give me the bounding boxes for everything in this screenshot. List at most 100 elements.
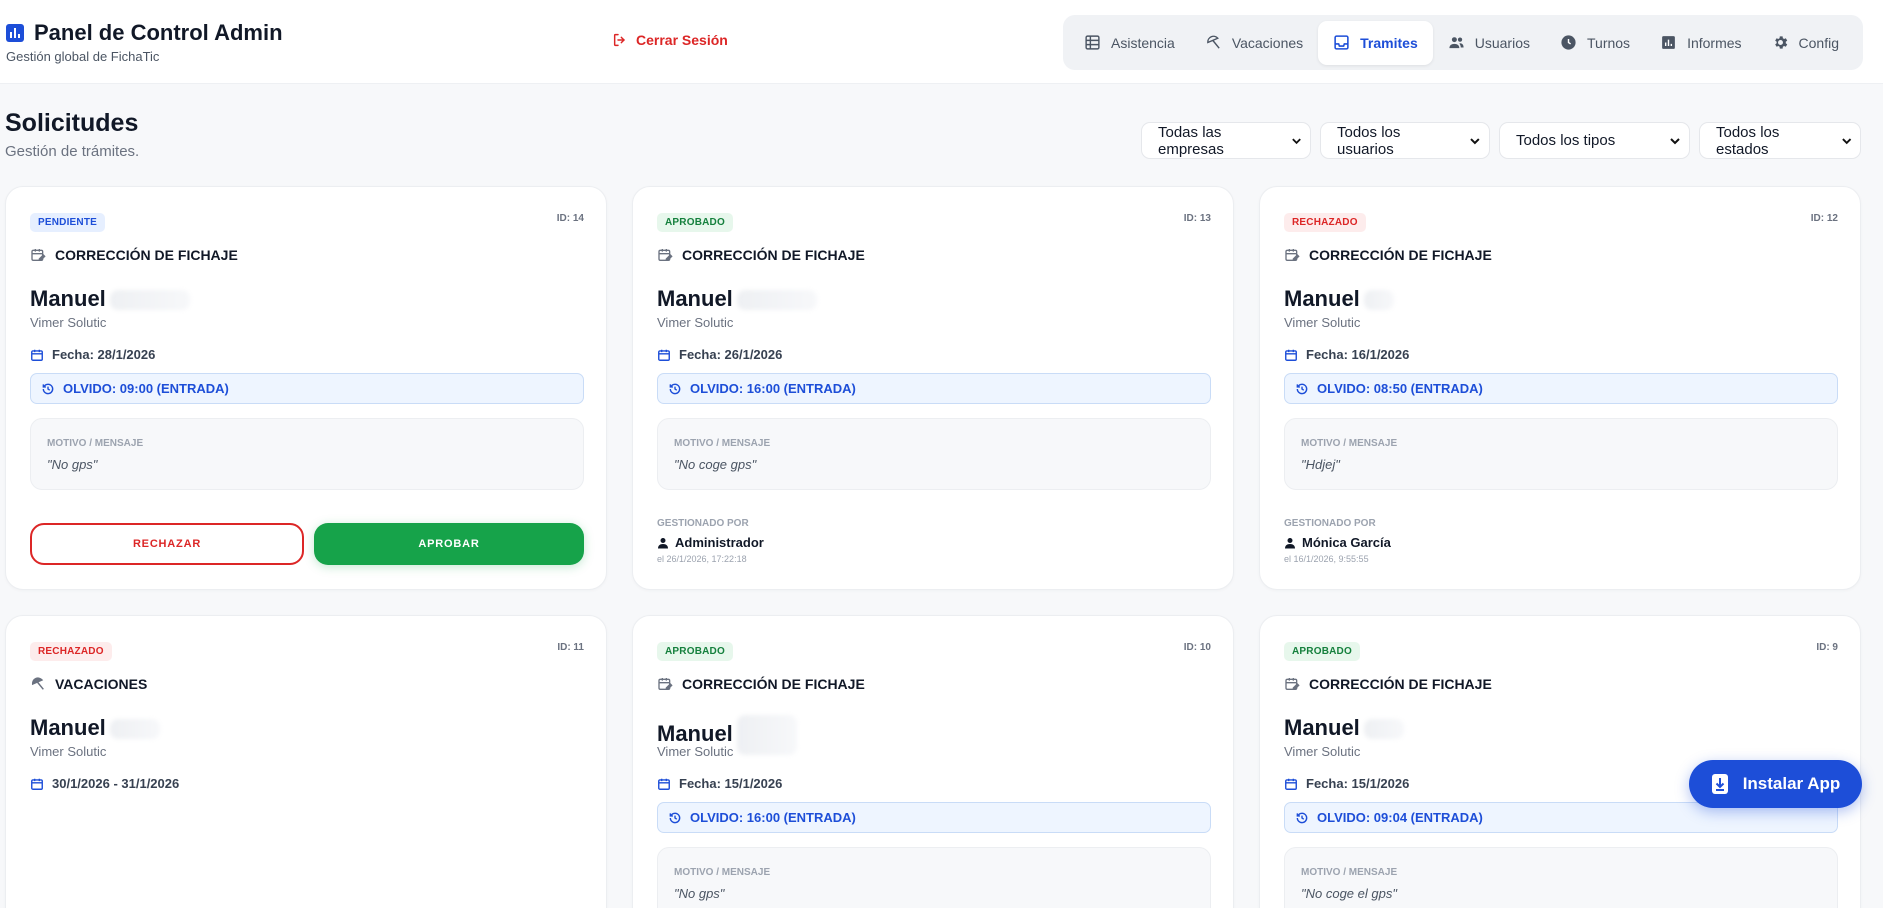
request-id: ID: 9 <box>1816 642 1838 653</box>
tab-asistencia[interactable]: Asistencia <box>1069 21 1190 65</box>
calendar-edit-icon <box>658 249 673 261</box>
request-date: 30/1/2026 - 31/1/2026 <box>52 776 180 791</box>
history-icon <box>42 383 54 394</box>
request-card: RECHAZADO ID: 12 CORRECCIÓN DE FICHAJE M… <box>1259 186 1861 590</box>
tab-usuarios[interactable]: Usuarios <box>1433 21 1545 65</box>
tab-tramites[interactable]: Tramites <box>1318 20 1433 65</box>
brand: Panel de Control Admin Gestión global de… <box>6 20 283 64</box>
request-card: PENDIENTE ID: 14 CORRECCIÓN DE FICHAJE M… <box>5 186 607 590</box>
install-app-label: Instalar App <box>1742 774 1841 793</box>
clock-icon <box>1561 35 1576 50</box>
install-app-button[interactable]: Instalar App <box>1689 760 1862 808</box>
beach-umbrella-icon <box>1206 35 1220 49</box>
calendar-edit-icon <box>658 678 673 690</box>
request-card: APROBADO ID: 10 CORRECCIÓN DE FICHAJE Ma… <box>632 615 1234 908</box>
user-name: Manuel <box>657 720 733 746</box>
type-filter-select[interactable]: Todos los tipos <box>1499 122 1690 159</box>
beach-umbrella-icon <box>31 677 44 690</box>
person-icon <box>1285 537 1295 548</box>
user-name: Manuel <box>30 286 106 311</box>
main-nav: Asistencia Vacaciones Tramites Usuarios … <box>1063 15 1863 70</box>
tab-informes[interactable]: Informes <box>1645 21 1756 65</box>
redacted-surname <box>736 290 817 311</box>
request-id: ID: 10 <box>1183 642 1211 653</box>
approve-button[interactable]: APROBAR <box>314 523 584 565</box>
tab-label: Asistencia <box>1111 34 1175 51</box>
reason-text: "No coge gps" <box>674 457 757 472</box>
request-date: Fecha: 15/1/2026 <box>1306 776 1410 791</box>
company-name: Vimer Solutic <box>1284 744 1361 759</box>
bar-chart-icon <box>6 24 24 42</box>
logout-button[interactable]: Cerrar Sesión <box>612 32 728 48</box>
calendar-icon <box>658 349 670 361</box>
request-card: APROBADO ID: 13 CORRECCIÓN DE FICHAJE Ma… <box>632 186 1234 590</box>
logout-label: Cerrar Sesión <box>636 32 728 48</box>
chevron-down-icon <box>1670 137 1680 144</box>
request-type: VACACIONES <box>55 676 148 692</box>
company-name: Vimer Solutic <box>1284 315 1361 330</box>
top-bar: Panel de Control Admin Gestión global de… <box>0 0 1883 84</box>
tab-label: Turnos <box>1587 34 1631 51</box>
redacted-surname <box>1363 290 1394 311</box>
history-icon <box>669 812 681 823</box>
filter-value: Todos los tipos <box>1516 132 1616 149</box>
person-icon <box>658 537 668 548</box>
status-filter-select[interactable]: Todos los estados <box>1699 122 1861 159</box>
history-icon <box>669 383 681 394</box>
reject-button[interactable]: RECHAZAR <box>30 523 304 565</box>
bar-chart-icon <box>1662 36 1675 49</box>
managed-timestamp: el 26/1/2026, 17:22:18 <box>657 554 747 564</box>
install-icon <box>1711 774 1728 794</box>
status-badge: APROBADO <box>657 213 733 232</box>
company-name: Vimer Solutic <box>30 315 107 330</box>
tab-config[interactable]: Config <box>1757 21 1854 65</box>
status-badge: APROBADO <box>1284 642 1360 661</box>
redacted-surname <box>109 290 190 311</box>
calendar-icon <box>1285 349 1297 361</box>
table-icon <box>1085 35 1100 50</box>
app-title: Panel de Control Admin <box>34 20 283 45</box>
reason-text: "No coge el gps" <box>1301 886 1397 901</box>
company-filter-select[interactable]: Todas las empresas <box>1141 122 1311 159</box>
tab-label: Informes <box>1687 34 1742 51</box>
forgot-punch-text: OLVIDO: 08:50 (ENTRADA) <box>1317 381 1483 396</box>
redacted-surname <box>109 719 160 740</box>
request-id: ID: 13 <box>1183 213 1211 224</box>
status-badge: RECHAZADO <box>1284 213 1366 232</box>
forgot-punch-box: OLVIDO: 16:00 (ENTRADA) <box>657 802 1211 833</box>
reason-label: MOTIVO / MENSAJE <box>674 438 771 449</box>
calendar-edit-icon <box>31 249 46 261</box>
company-name: Vimer Solutic <box>657 315 734 330</box>
reason-text: "Hdjej" <box>1301 457 1340 472</box>
logout-icon <box>613 33 625 47</box>
tab-vacaciones[interactable]: Vacaciones <box>1190 21 1318 65</box>
forgot-punch-text: OLVIDO: 16:00 (ENTRADA) <box>690 381 856 396</box>
status-badge: RECHAZADO <box>30 642 112 661</box>
calendar-edit-icon <box>1285 249 1300 261</box>
calendar-icon <box>31 778 43 790</box>
reason-box: MOTIVO / MENSAJE "No gps" <box>657 847 1211 908</box>
reason-box: MOTIVO / MENSAJE "No gps" <box>30 418 584 490</box>
tab-turnos[interactable]: Turnos <box>1545 21 1645 65</box>
calendar-icon <box>31 349 43 361</box>
chevron-down-icon <box>1292 138 1301 144</box>
calendar-icon <box>658 778 670 790</box>
company-name: Vimer Solutic <box>657 744 734 759</box>
managed-by-label: GESTIONADO POR <box>657 518 749 529</box>
reason-text: "No gps" <box>47 457 98 472</box>
request-type: CORRECCIÓN DE FICHAJE <box>1309 676 1492 692</box>
forgot-punch-box: OLVIDO: 16:00 (ENTRADA) <box>657 373 1211 404</box>
forgot-punch-box: OLVIDO: 09:00 (ENTRADA) <box>30 373 584 404</box>
forgot-punch-text: OLVIDO: 16:00 (ENTRADA) <box>690 810 856 825</box>
calendar-edit-icon <box>1285 678 1300 690</box>
user-filter-select[interactable]: Todos los usuarios <box>1320 122 1490 159</box>
status-badge: APROBADO <box>657 642 733 661</box>
redacted-surname <box>736 715 797 755</box>
chevron-down-icon <box>1470 137 1480 144</box>
page-subtitle: Gestión de trámites. <box>5 143 140 160</box>
request-date: Fecha: 28/1/2026 <box>52 347 156 362</box>
managed-by-name: Mónica García <box>1302 535 1391 550</box>
reason-box: MOTIVO / MENSAJE "No coge gps" <box>657 418 1211 490</box>
calendar-icon <box>1285 778 1297 790</box>
users-icon <box>1449 37 1464 49</box>
